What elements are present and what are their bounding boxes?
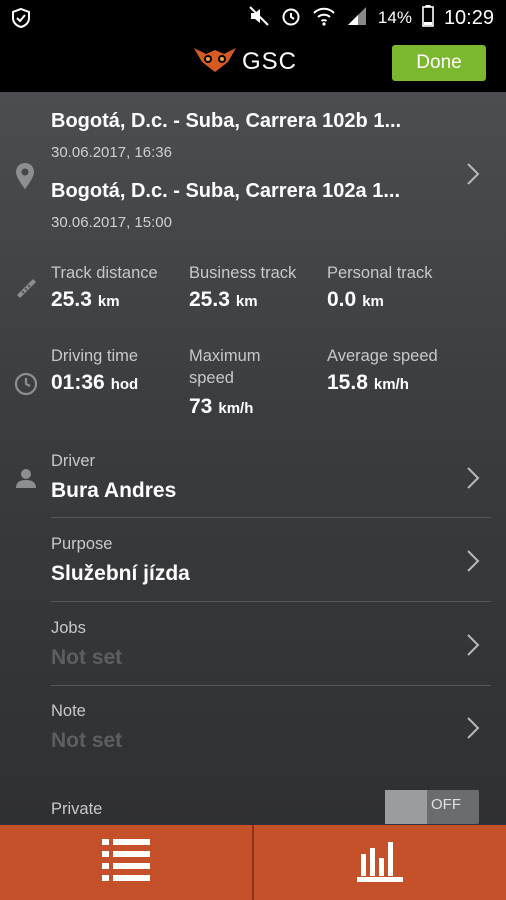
chevron-right-icon (466, 162, 480, 191)
divider (51, 685, 491, 686)
divider (51, 601, 491, 602)
trip-detail-panel: Bogotá, D.c. - Suba, Carrera 102b 1... 3… (0, 92, 506, 825)
private-label: Private (51, 800, 103, 818)
end-address: Bogotá, D.c. - Suba, Carrera 102a 1... (51, 180, 401, 202)
personal-track-label: Personal track (327, 264, 433, 282)
note-label: Note (51, 702, 86, 720)
driver-value: Bura Andres (51, 479, 177, 502)
personal-track-value: 0.0 km (327, 288, 384, 311)
app-logo: GSC (192, 44, 297, 79)
chevron-right-icon (466, 716, 480, 745)
avg-speed-label: Average speed (327, 347, 438, 365)
wifi-icon (312, 5, 336, 32)
bar-chart-icon (357, 838, 403, 887)
ruler-icon (14, 276, 38, 305)
toggle-knob (385, 790, 427, 824)
battery-icon (422, 4, 434, 32)
chevron-right-icon (466, 633, 480, 662)
shield-icon (10, 7, 32, 34)
signal-icon (346, 5, 368, 32)
driving-time-label: Driving time (51, 347, 139, 365)
driver-label: Driver (51, 452, 95, 470)
clock-time: 10:29 (443, 6, 494, 29)
list-icon (102, 839, 150, 886)
mute-icon (248, 5, 270, 32)
bottom-tab-bar (0, 825, 506, 900)
done-button[interactable]: Done (392, 45, 486, 81)
tab-list[interactable] (0, 825, 252, 900)
toggle-state-label: OFF (431, 796, 461, 813)
chevron-right-icon (466, 549, 480, 578)
end-time: 30.06.2017, 15:00 (51, 214, 172, 231)
battery-percent: 14% (377, 8, 412, 27)
start-time: 30.06.2017, 16:36 (51, 144, 172, 161)
status-bar: 14% 10:29 (0, 0, 506, 36)
max-speed-label: Maximum speed (189, 347, 261, 387)
driving-time-value: 01:36 hod (51, 371, 139, 394)
divider (51, 517, 491, 518)
location-pin-icon (14, 162, 36, 195)
max-speed-value: 73 km/h (189, 395, 254, 418)
alarm-icon (280, 5, 302, 32)
start-address: Bogotá, D.c. - Suba, Carrera 102b 1... (51, 110, 402, 132)
jobs-label: Jobs (51, 619, 86, 637)
purpose-value: Služební jízda (51, 562, 190, 585)
track-distance-value: 25.3 km (51, 288, 120, 311)
track-distance-label: Track distance (51, 264, 158, 282)
app-bar: GSC Done (0, 36, 506, 92)
jobs-value: Not set (51, 646, 123, 669)
owl-logo-icon (192, 44, 238, 79)
tab-statistics[interactable] (254, 825, 506, 900)
person-icon (14, 466, 38, 495)
note-value: Not set (51, 729, 123, 752)
private-toggle[interactable]: OFF (385, 790, 479, 824)
business-track-value: 25.3 km (189, 288, 258, 311)
chevron-right-icon (466, 466, 480, 495)
purpose-label: Purpose (51, 535, 113, 553)
avg-speed-value: 15.8 km/h (327, 371, 409, 394)
business-track-label: Business track (189, 264, 297, 282)
logo-text: GSC (242, 47, 298, 75)
clock-icon (14, 372, 38, 401)
